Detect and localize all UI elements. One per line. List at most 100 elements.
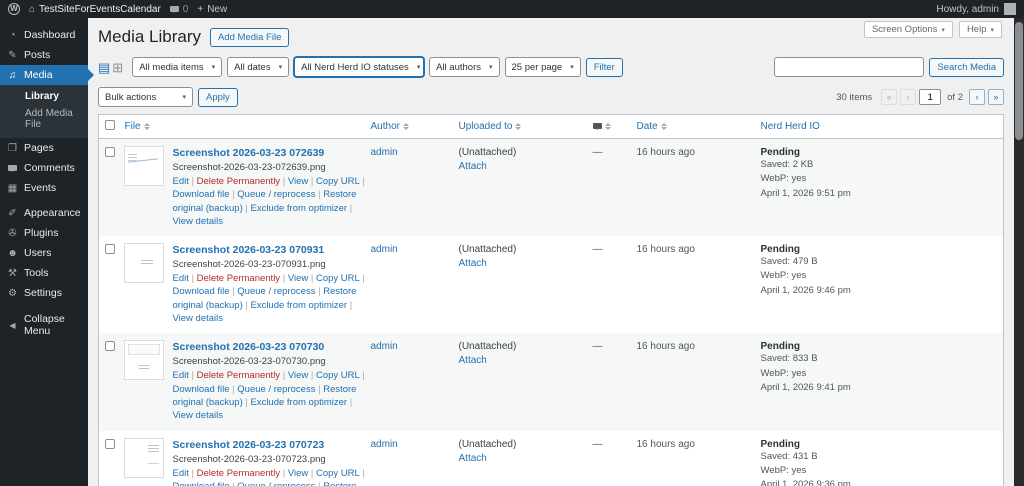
scrollbar-thumb[interactable] xyxy=(1015,22,1023,140)
vertical-scrollbar[interactable] xyxy=(1014,18,1024,486)
date-filter-select[interactable]: All dates ▾ xyxy=(227,57,290,77)
bulk-actions-select[interactable]: Bulk actions ▾ xyxy=(98,87,193,107)
row-checkbox[interactable] xyxy=(105,438,115,449)
row-action-exclude-from-optimizer[interactable]: Exclude from optimizer xyxy=(250,300,347,311)
saved-size: Saved: 2 KB xyxy=(760,159,814,170)
author-link[interactable]: admin xyxy=(371,244,398,255)
column-header-uploaded-to[interactable]: Uploaded to xyxy=(452,114,587,139)
admin-bar-new[interactable]: + New xyxy=(197,4,227,15)
help-button[interactable]: Help ▾ xyxy=(958,21,1002,38)
column-header-date[interactable]: Date xyxy=(630,114,755,139)
sidebar-item-dashboard[interactable]: ◔ Dashboard xyxy=(0,25,88,45)
row-action-exclude-from-optimizer[interactable]: Exclude from optimizer xyxy=(250,397,347,408)
next-page-button[interactable]: › xyxy=(969,89,985,105)
row-action-queue-reprocess[interactable]: Queue / reprocess xyxy=(237,481,315,486)
per-page-select[interactable]: 25 per page ▾ xyxy=(504,57,581,77)
sidebar-item-events[interactable]: ▦ Events xyxy=(0,178,88,198)
row-action-delete-permanently[interactable]: Delete Permanently xyxy=(197,176,280,187)
howdy-text[interactable]: Howdy, admin xyxy=(936,4,999,15)
attach-link[interactable]: Attach xyxy=(459,258,581,269)
row-action-view[interactable]: View xyxy=(288,468,308,479)
wordpress-logo-icon[interactable]: W xyxy=(8,3,20,15)
author-filter-select[interactable]: All authors ▾ xyxy=(429,57,500,77)
submenu-item-add-media-file[interactable]: Add Media File xyxy=(0,105,88,133)
row-action-view-details[interactable]: View details xyxy=(173,313,224,324)
row-action-download-file[interactable]: Download file xyxy=(173,481,230,486)
sidebar-item-users[interactable]: ☻ Users xyxy=(0,243,88,263)
row-action-view[interactable]: View xyxy=(288,176,308,187)
attach-link[interactable]: Attach xyxy=(459,161,581,172)
media-title-link[interactable]: Screenshot 2026-03-23 070730 xyxy=(173,341,373,353)
sidebar-item-media[interactable]: ♫ Media xyxy=(0,65,94,85)
unattached-label: (Unattached) xyxy=(458,341,517,353)
sidebar-item-posts[interactable]: ✎ Posts xyxy=(0,45,88,65)
apply-button[interactable]: Apply xyxy=(198,87,238,107)
list-view-icon[interactable]: ▤ xyxy=(98,61,110,74)
add-media-file-button[interactable]: Add Media File xyxy=(210,27,290,47)
sidebar-item-appearance[interactable]: ✐ Appearance xyxy=(0,203,88,223)
author-link[interactable]: admin xyxy=(371,439,398,450)
row-action-copy-url[interactable]: Copy URL xyxy=(316,273,359,284)
row-action-delete-permanently[interactable]: Delete Permanently xyxy=(197,370,280,381)
row-action-edit[interactable]: Edit xyxy=(173,468,189,479)
media-thumbnail[interactable] xyxy=(124,341,163,380)
search-media-button[interactable]: Search Media xyxy=(929,57,1004,77)
last-page-button[interactable]: » xyxy=(988,89,1004,105)
row-action-edit[interactable]: Edit xyxy=(173,176,189,187)
media-thumbnail[interactable] xyxy=(124,244,163,283)
screen-options-button[interactable]: Screen Options ▾ xyxy=(863,21,953,38)
row-action-view[interactable]: View xyxy=(288,370,308,381)
attach-link[interactable]: Attach xyxy=(459,453,581,464)
nerdherd-status-select[interactable]: All Nerd Herd IO statuses ▾ xyxy=(294,57,425,77)
row-action-view[interactable]: View xyxy=(288,273,308,284)
row-checkbox[interactable] xyxy=(105,147,115,157)
row-action-download-file[interactable]: Download file xyxy=(173,286,230,297)
sidebar-item-comments[interactable]: Comments xyxy=(0,158,88,178)
first-page-button[interactable]: « xyxy=(881,89,898,105)
row-action-copy-url[interactable]: Copy URL xyxy=(316,176,359,187)
submenu-item-library[interactable]: Library xyxy=(0,88,88,105)
media-thumbnail[interactable] xyxy=(124,147,163,185)
search-input[interactable] xyxy=(774,57,925,77)
row-action-exclude-from-optimizer[interactable]: Exclude from optimizer xyxy=(250,203,347,214)
column-header-author[interactable]: Author xyxy=(364,114,453,139)
sidebar-item-settings[interactable]: ⚙ Settings xyxy=(0,283,88,303)
media-title-link[interactable]: Screenshot 2026-03-23 072639 xyxy=(173,147,373,159)
column-header-comments[interactable] xyxy=(586,114,631,139)
sidebar-item-tools[interactable]: ⚒ Tools xyxy=(0,263,88,283)
grid-view-icon[interactable]: ⊞ xyxy=(112,61,123,74)
row-action-copy-url[interactable]: Copy URL xyxy=(316,468,359,479)
attach-link[interactable]: Attach xyxy=(459,355,581,366)
sidebar-item-plugins[interactable]: ✇ Plugins xyxy=(0,223,88,243)
column-header-file[interactable]: File xyxy=(118,114,365,139)
media-type-select[interactable]: All media items ▾ xyxy=(132,57,223,77)
row-action-queue-reprocess[interactable]: Queue / reprocess xyxy=(237,189,315,200)
media-title-link[interactable]: Screenshot 2026-03-23 070723 xyxy=(173,439,373,451)
row-action-delete-permanently[interactable]: Delete Permanently xyxy=(197,273,280,284)
row-action-edit[interactable]: Edit xyxy=(173,370,189,381)
prev-page-button[interactable]: ‹ xyxy=(900,89,917,105)
media-title-link[interactable]: Screenshot 2026-03-23 070931 xyxy=(173,244,373,256)
row-checkbox[interactable] xyxy=(105,341,115,352)
row-action-queue-reprocess[interactable]: Queue / reprocess xyxy=(237,286,315,297)
admin-bar-site-link[interactable]: ⌂ TestSiteForEventsCalendar xyxy=(29,4,161,15)
row-action-download-file[interactable]: Download file xyxy=(173,384,230,395)
avatar[interactable] xyxy=(1004,3,1016,15)
row-checkbox[interactable] xyxy=(105,244,115,255)
row-action-download-file[interactable]: Download file xyxy=(173,189,230,200)
row-action-view-details[interactable]: View details xyxy=(173,216,224,227)
filter-button[interactable]: Filter xyxy=(585,57,623,77)
author-link[interactable]: admin xyxy=(371,341,398,352)
row-action-view-details[interactable]: View details xyxy=(173,410,224,421)
media-thumbnail[interactable] xyxy=(124,438,163,477)
select-all-checkbox[interactable] xyxy=(105,120,115,130)
collapse-menu-button[interactable]: ◀ Collapse Menu xyxy=(0,309,88,341)
author-link[interactable]: admin xyxy=(371,147,398,158)
row-action-delete-permanently[interactable]: Delete Permanently xyxy=(197,468,280,479)
row-action-edit[interactable]: Edit xyxy=(173,273,189,284)
sidebar-item-pages[interactable]: ❐ Pages xyxy=(0,138,88,158)
row-action-queue-reprocess[interactable]: Queue / reprocess xyxy=(237,384,315,395)
current-page-input[interactable] xyxy=(919,89,942,105)
admin-bar-comments[interactable]: 0 xyxy=(169,4,188,15)
row-action-copy-url[interactable]: Copy URL xyxy=(316,370,359,381)
